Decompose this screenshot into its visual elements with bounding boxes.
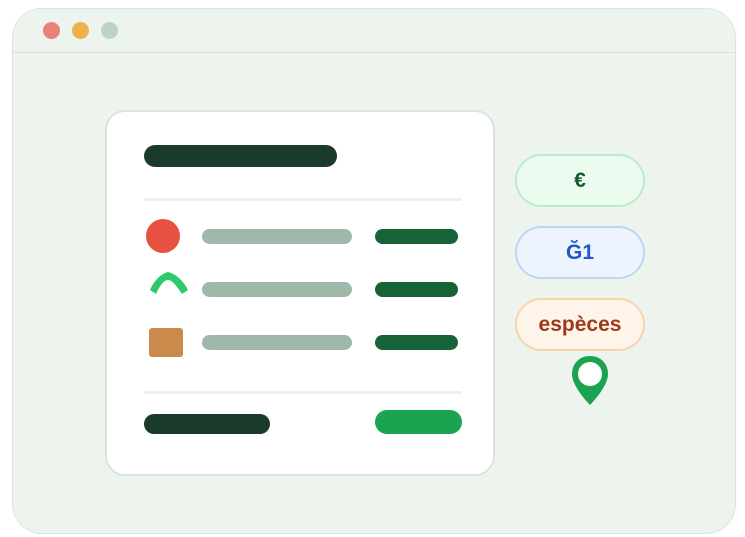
total-label-placeholder: [144, 414, 270, 434]
item-amount-placeholder: [375, 229, 458, 244]
payment-option-cash[interactable]: espèces: [515, 298, 645, 351]
payment-option-euro[interactable]: €: [515, 154, 645, 207]
item-line-placeholder: [202, 229, 352, 244]
receipt-card: [105, 110, 495, 476]
minimize-window-button[interactable]: [72, 22, 89, 39]
maximize-window-button[interactable]: [101, 22, 118, 39]
close-window-button[interactable]: [43, 22, 60, 39]
top-divider: [144, 198, 462, 201]
bottom-divider: [144, 391, 462, 394]
orange-square-icon: [149, 328, 183, 357]
red-circle-icon: [146, 219, 180, 253]
green-arch-icon: [150, 272, 188, 294]
payment-option-label: espèces: [538, 312, 622, 336]
item-line-placeholder: [202, 335, 352, 350]
payment-option-g1[interactable]: Ğ1: [515, 226, 645, 279]
payment-option-label: €: [574, 168, 586, 192]
receipt-title-placeholder: [144, 145, 337, 167]
payment-option-label: Ğ1: [565, 240, 594, 264]
location-pin-icon: [572, 356, 608, 405]
item-amount-placeholder: [375, 282, 458, 297]
item-line-placeholder: [202, 282, 352, 297]
item-amount-placeholder: [375, 335, 458, 350]
window-titlebar: [13, 9, 735, 53]
pay-button[interactable]: [375, 410, 462, 434]
